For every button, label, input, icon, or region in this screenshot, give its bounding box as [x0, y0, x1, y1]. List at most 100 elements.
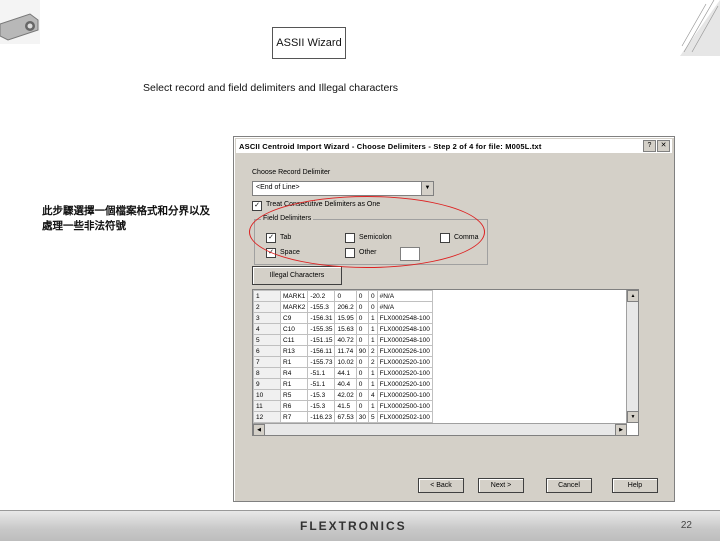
chevron-down-icon[interactable]: ▼: [421, 182, 433, 195]
table-cell: 10.02: [334, 356, 357, 368]
slide-footer: FLEXTRONICS 22: [0, 510, 720, 541]
table-row[interactable]: 6 R13 -156.11 11.74 90 2 FLX0002526-100: [253, 345, 433, 357]
table-row[interactable]: 1 MARK1 -20.2 0 0 0 #N/A: [253, 290, 433, 302]
table-cell: 90: [355, 345, 369, 357]
table-row[interactable]: 10 R5 -15.3 42.02 0 4 FLX0002500-100: [253, 389, 433, 401]
table-cell: C11: [279, 334, 309, 346]
tab-label: Tab: [280, 234, 292, 241]
table-row[interactable]: 3 C9 -156.31 15.95 0 1 FLX0002548-100: [253, 312, 433, 324]
horizontal-scrollbar[interactable]: ◀ ▶: [253, 423, 627, 435]
table-cell: 0: [355, 301, 369, 313]
scroll-left-icon[interactable]: ◀: [253, 424, 265, 435]
table-cell: R6: [279, 400, 309, 412]
table-row[interactable]: 11 R6 -15.3 41.5 0 1 FLX0002500-100: [253, 400, 433, 412]
table-cell: 2: [367, 345, 378, 357]
table-cell: 1: [367, 400, 378, 412]
treat-consecutive-label: Treat Consecutive Delimiters as One: [266, 201, 381, 208]
record-delimiter-select[interactable]: <End of Line> ▼: [252, 181, 434, 196]
table-row[interactable]: 4 C10 -155.35 15.63 0 1 FLX0002548-100: [253, 323, 433, 335]
table-cell: 1: [367, 323, 378, 335]
table-row[interactable]: 7 R1 -155.73 10.02 0 2 FLX0002520-100: [253, 356, 433, 368]
table-cell: -155.3: [307, 301, 336, 313]
row-header: 2: [253, 301, 281, 313]
cancel-button[interactable]: Cancel: [546, 478, 592, 493]
row-header: 12: [253, 411, 281, 423]
table-cell: 0: [355, 378, 369, 390]
back-button[interactable]: < Back: [418, 478, 464, 493]
illegal-characters-button[interactable]: Illegal Characters: [252, 266, 342, 285]
table-cell: 1: [367, 334, 378, 346]
table-cell: -156.31: [307, 312, 336, 324]
table-cell: -15.3: [307, 400, 336, 412]
table-cell: FLX0002500-100: [376, 400, 433, 412]
table-cell: R7: [279, 411, 309, 423]
treat-consecutive-checkbox[interactable]: ✓: [252, 201, 262, 211]
table-cell: R1: [279, 356, 309, 368]
import-wizard-dialog: ASCII Centroid Import Wizard - Choose De…: [233, 136, 675, 502]
scroll-up-icon[interactable]: ▲: [627, 290, 638, 302]
table-cell: 67.53: [334, 411, 357, 423]
table-row[interactable]: 8 R4 -51.1 44.1 0 1 FLX0002520-100: [253, 367, 433, 379]
table-cell: R5: [279, 389, 309, 401]
slide-annotation: 此步驟選擇一個檔案格式和分界以及處理一些非法符號: [42, 205, 210, 232]
field-delimiters-label: Field Delimiters: [261, 215, 314, 222]
scroll-down-icon[interactable]: ▼: [627, 411, 638, 423]
table-cell: -156.11: [307, 345, 336, 357]
row-header: 11: [253, 400, 281, 412]
preview-grid[interactable]: 1 MARK1 -20.2 0 0 0 #N/A 2 MARK2 -155.3 206.2 0 0 #N/…: [252, 289, 639, 436]
table-cell: 1: [367, 378, 378, 390]
record-delimiter-value: <End of Line>: [256, 184, 300, 191]
record-delimiter-label: Choose Record Delimiter: [252, 169, 331, 176]
help-titlebar-button[interactable]: ?: [643, 140, 656, 152]
field-delimiters-group: Field Delimiters: [254, 215, 488, 265]
page-number: 22: [680, 520, 692, 531]
next-button[interactable]: Next >: [478, 478, 524, 493]
semicolon-label: Semicolon: [359, 234, 392, 241]
scroll-right-icon[interactable]: ▶: [615, 424, 627, 435]
close-button[interactable]: ✕: [657, 140, 670, 152]
slide-subtitle: Select record and field delimiters and I…: [143, 82, 399, 94]
table-cell: 11.74: [334, 345, 357, 357]
space-label: Space: [280, 249, 300, 256]
table-row[interactable]: 9 R1 -51.1 40.4 0 1 FLX0002520-100: [253, 378, 433, 390]
table-cell: 2: [367, 356, 378, 368]
table-cell: C10: [279, 323, 309, 335]
other-checkbox[interactable]: [345, 248, 355, 258]
other-delimiter-input[interactable]: [400, 247, 420, 261]
semicolon-checkbox[interactable]: [345, 233, 355, 243]
tab-checkbox[interactable]: ✓: [266, 233, 276, 243]
table-row[interactable]: 2 MARK2 -155.3 206.2 0 0 #N/A: [253, 301, 433, 313]
table-cell: 5: [367, 411, 378, 423]
table-cell: 40.4: [334, 378, 357, 390]
table-cell: 0: [367, 290, 378, 302]
table-cell: 206.2: [334, 301, 357, 313]
comma-checkbox[interactable]: [440, 233, 450, 243]
table-cell: 0: [355, 312, 369, 324]
table-cell: R1: [279, 378, 309, 390]
table-row[interactable]: 12 R7 -116.23 67.53 30 5 FLX0002502-100: [253, 411, 433, 423]
table-cell: FLX0002548-100: [376, 323, 433, 335]
table-cell: FLX0002500-100: [376, 389, 433, 401]
table-cell: MARK2: [279, 301, 309, 313]
table-cell: 0: [355, 367, 369, 379]
table-cell: 0: [355, 389, 369, 401]
table-cell: -155.35: [307, 323, 336, 335]
space-checkbox[interactable]: ✓: [266, 248, 276, 258]
projector-graphic: [0, 0, 40, 44]
table-cell: 0: [355, 290, 369, 302]
help-button[interactable]: Help: [612, 478, 658, 493]
vertical-scrollbar[interactable]: ▲ ▼: [626, 290, 638, 423]
row-header: 6: [253, 345, 281, 357]
table-cell: 41.5: [334, 400, 357, 412]
row-header: 4: [253, 323, 281, 335]
table-cell: 30: [355, 411, 369, 423]
flextronics-logo: FLEXTRONICS: [300, 519, 407, 533]
table-cell: FLX0002520-100: [376, 378, 433, 390]
table-row[interactable]: 5 C11 -151.15 40.72 0 1 FLX0002548-100: [253, 334, 433, 346]
row-header: 7: [253, 356, 281, 368]
table-cell: -116.23: [307, 411, 336, 423]
row-header: 5: [253, 334, 281, 346]
table-cell: -20.2: [307, 290, 336, 302]
row-header: 1: [253, 290, 281, 302]
table-cell: FLX0002548-100: [376, 334, 433, 346]
